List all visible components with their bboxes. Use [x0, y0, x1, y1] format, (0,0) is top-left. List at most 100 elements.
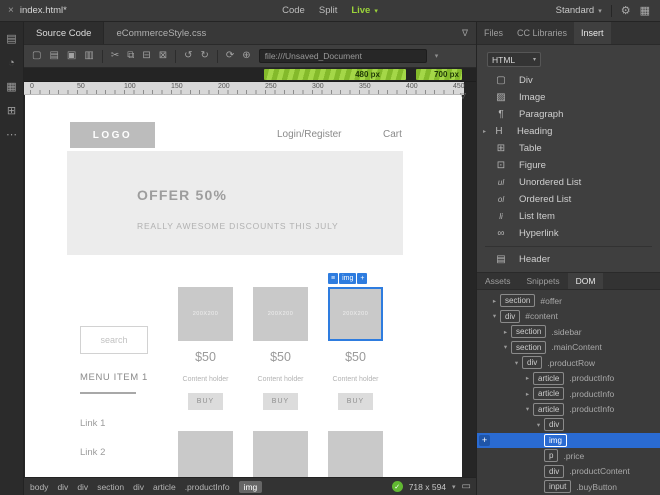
dom-node-img-selected[interactable]: + img [477, 432, 660, 448]
insert-item-ordered-list[interactable]: ol Ordered List [477, 191, 660, 208]
filter-related-files-icon[interactable]: ∇ [462, 22, 476, 44]
collapse-arrow-icon[interactable]: ▾ [533, 421, 544, 429]
preview-browser-icon[interactable]: ⊕ [242, 51, 250, 61]
source-code-tab[interactable]: Source Code [24, 22, 105, 44]
document-tab[interactable]: × index.html* [0, 5, 67, 16]
tab-files[interactable]: Files [477, 22, 510, 44]
dom-node-div[interactable]: ▾ div [477, 417, 660, 433]
extract-panel-icon[interactable]: ◔ [8, 58, 15, 69]
tag-crumb-productinfo[interactable]: .productInfo [185, 482, 230, 492]
tag-crumb-section[interactable]: section [97, 482, 124, 492]
product-image-selected[interactable]: 200X200 [328, 287, 383, 341]
element-menu-icon[interactable]: ≡ [328, 273, 339, 284]
open-file-icon[interactable]: ▤ [49, 51, 58, 61]
insert-item-heading[interactable]: ▸ H Heading [477, 123, 660, 140]
save-all-icon[interactable]: ▥ [84, 51, 93, 61]
tab-snippets[interactable]: Snippets [519, 273, 568, 289]
more-panels-icon[interactable]: ⋯ [6, 130, 17, 141]
paste-icon[interactable]: ⊟ [142, 51, 150, 61]
element-tag-label[interactable]: img [339, 273, 357, 284]
copy-icon[interactable]: ⧉ [127, 51, 134, 61]
preview-device-icon[interactable]: ▭ [462, 481, 471, 492]
dom-node-section-sidebar[interactable]: ▸ section .sidebar [477, 324, 660, 340]
collapse-arrow-icon[interactable]: ▾ [489, 312, 500, 320]
collapse-arrow-icon[interactable]: ▸ [522, 390, 533, 398]
redo-icon[interactable]: ↻ [201, 51, 209, 61]
expand-icon[interactable]: ▸ [483, 128, 491, 135]
insert-category-dropdown[interactable]: HTML ▾ [487, 52, 541, 67]
split-view-button[interactable]: Split [319, 5, 337, 16]
search-input[interactable] [80, 326, 148, 354]
insert-item-list-item[interactable]: li List Item [477, 208, 660, 225]
tab-insert[interactable]: Insert [574, 22, 611, 44]
dom-node-div-content[interactable]: ▾ div #content [477, 309, 660, 325]
tag-crumb-body[interactable]: body [30, 482, 48, 492]
insert-item-figure[interactable]: ⊡ Figure [477, 157, 660, 174]
tag-crumb-div[interactable]: div [77, 482, 88, 492]
workspace-caret-icon[interactable]: ▾ [598, 7, 602, 15]
dom-node-section-offer[interactable]: ▸ section #offer [477, 293, 660, 309]
insert-panel-icon[interactable]: ⊞ [7, 106, 16, 117]
dom-node-div-productrow[interactable]: ▾ div .productRow [477, 355, 660, 371]
dom-node-div-productcontent[interactable]: div .productContent [477, 464, 660, 480]
insert-item-paragraph[interactable]: ¶ Paragraph [477, 106, 660, 123]
insert-item-hyperlink[interactable]: ∞ Hyperlink [477, 225, 660, 242]
collapse-arrow-icon[interactable]: ▾ [522, 405, 533, 413]
product-image[interactable]: 200X200 [253, 287, 308, 341]
close-icon[interactable]: × [8, 5, 14, 16]
code-view-button[interactable]: Code [282, 5, 305, 16]
live-view-caret-icon[interactable]: ▾ [374, 7, 378, 15]
element-add-icon[interactable]: + [357, 273, 368, 284]
collapse-arrow-icon[interactable]: ▸ [489, 297, 500, 305]
insert-item-header[interactable]: ▤ Header [477, 251, 660, 268]
dom-node-input-buybutton[interactable]: input .buyButton [477, 479, 660, 495]
dom-node-p-price[interactable]: p .price [477, 448, 660, 464]
buy-button[interactable]: BUY [263, 393, 298, 410]
cart-link[interactable]: Cart [383, 129, 402, 140]
undo-icon[interactable]: ↺ [184, 51, 192, 61]
tag-crumb-div[interactable]: div [133, 482, 144, 492]
login-register-link[interactable]: Login/Register [277, 129, 341, 140]
buy-button[interactable]: BUY [338, 393, 373, 410]
save-file-icon[interactable]: ▣ [67, 51, 76, 61]
add-element-icon[interactable]: + [479, 434, 490, 446]
media-query-segment-700[interactable]: 700 px [416, 69, 462, 80]
collapse-arrow-icon[interactable]: ▾ [511, 359, 522, 367]
collapse-arrow-icon[interactable]: ▾ [500, 343, 511, 351]
files-panel-icon[interactable]: ▤ [6, 34, 16, 45]
tab-assets[interactable]: Assets [477, 273, 519, 289]
delete-icon[interactable]: ⊠ [159, 51, 167, 61]
dom-node-article-productinfo[interactable]: ▸ article .productInfo [477, 386, 660, 402]
tag-crumb-div[interactable]: div [57, 482, 68, 492]
layout-icon[interactable]: ▦ [640, 4, 650, 17]
window-size-value[interactable]: 718 x 594 [409, 482, 446, 492]
workspace-switcher[interactable]: Standard [556, 5, 595, 16]
insert-item-table[interactable]: ⊞ Table [477, 140, 660, 157]
css-designer-panel-icon[interactable]: ▦ [6, 82, 16, 93]
dom-node-article-productinfo[interactable]: ▸ article .productInfo [477, 371, 660, 387]
insert-item-image[interactable]: ▨ Image [477, 89, 660, 106]
sidebar-link-1[interactable]: Link 1 [80, 418, 105, 429]
media-query-marker-icon[interactable]: ▽ [460, 91, 466, 100]
cut-icon[interactable]: ✂ [111, 51, 119, 61]
insert-item-unordered-list[interactable]: ul Unordered List [477, 174, 660, 191]
address-caret-icon[interactable]: ▾ [435, 52, 439, 60]
collapse-arrow-icon[interactable]: ▸ [522, 374, 533, 382]
buy-button[interactable]: BUY [188, 393, 223, 410]
tab-dom[interactable]: DOM [567, 273, 604, 289]
tag-crumb-article[interactable]: article [153, 482, 176, 492]
tab-cc-libraries[interactable]: CC Libraries [510, 22, 574, 44]
live-view-button[interactable]: Live [351, 5, 370, 16]
new-file-icon[interactable]: ▢ [32, 51, 41, 61]
refresh-icon[interactable]: ⟳ [226, 51, 234, 61]
related-file-ecommercestyle[interactable]: eCommerceStyle.css [104, 22, 218, 44]
collapse-arrow-icon[interactable]: ▸ [500, 328, 511, 336]
insert-item-div[interactable]: ▢ Div [477, 72, 660, 89]
media-query-segment-480[interactable]: 480 px [264, 69, 406, 80]
address-bar[interactable] [258, 49, 427, 63]
dom-node-article-productinfo[interactable]: ▾ article .productInfo [477, 402, 660, 418]
sidebar-link-2[interactable]: Link 2 [80, 447, 105, 458]
window-size-caret-icon[interactable]: ▾ [452, 483, 456, 491]
tag-crumb-img-selected[interactable]: img [238, 480, 263, 493]
gear-icon[interactable]: ⚙ [621, 4, 631, 17]
